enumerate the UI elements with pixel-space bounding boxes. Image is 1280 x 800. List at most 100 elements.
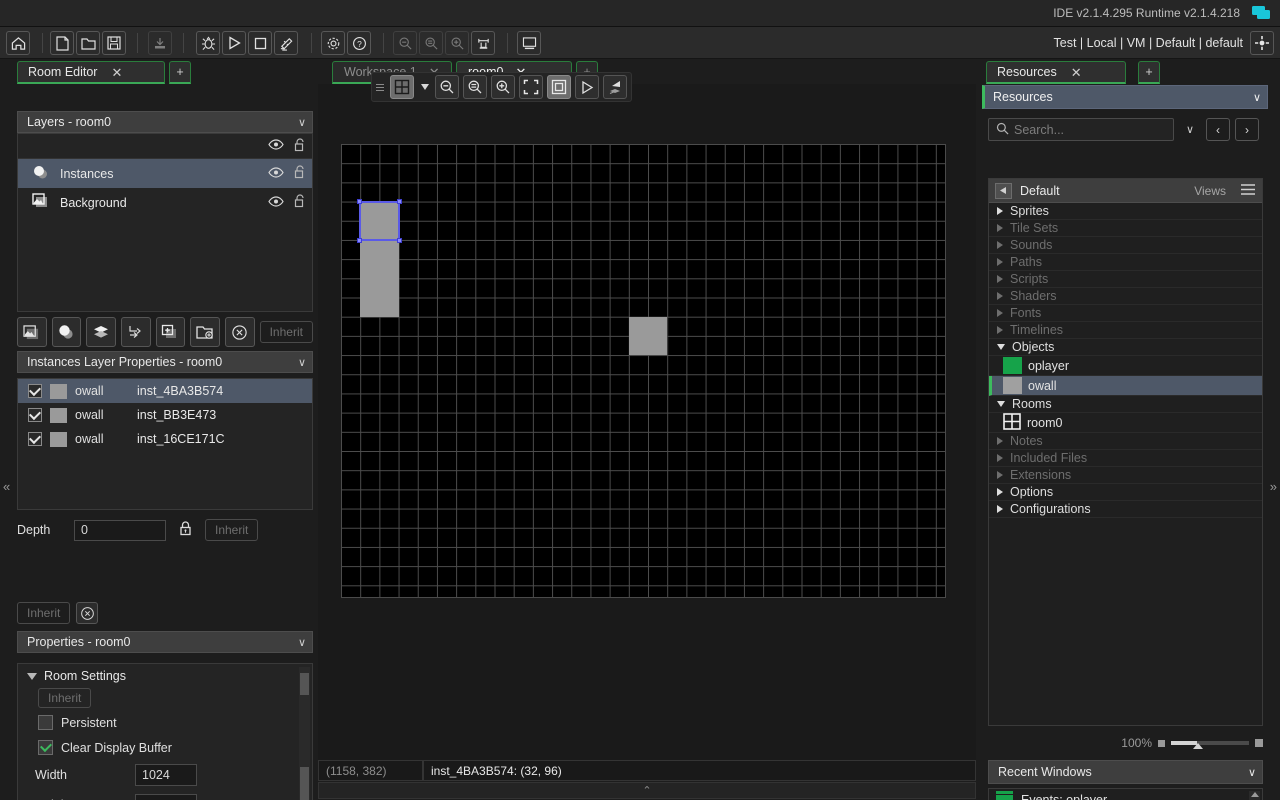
- resource-item-oplayer[interactable]: oplayer: [989, 356, 1262, 376]
- chevron-down-icon[interactable]: ∨: [298, 356, 306, 369]
- eye-icon[interactable]: [268, 195, 284, 210]
- delete-layer-icon[interactable]: [224, 317, 255, 347]
- properties-scrollbar[interactable]: [299, 667, 310, 800]
- home-icon[interactable]: [6, 31, 30, 55]
- clean-icon[interactable]: [274, 31, 298, 55]
- scrollbar-thumb-2[interactable]: [300, 767, 309, 800]
- search-input-wrapper[interactable]: [988, 118, 1174, 141]
- room-settings-heading[interactable]: Room Settings: [18, 664, 312, 686]
- zoom-out-icon[interactable]: [435, 75, 459, 99]
- chevron-right-icon[interactable]: [997, 258, 1003, 266]
- chevron-right-icon[interactable]: [997, 488, 1003, 496]
- prev-resource-button[interactable]: ‹: [1206, 118, 1230, 141]
- tab-room-editor[interactable]: Room Editor ✕: [17, 61, 165, 84]
- chevron-down-icon[interactable]: ∨: [1248, 766, 1256, 779]
- unlock-icon[interactable]: [294, 165, 306, 182]
- chat-bubble-icon[interactable]: [1252, 6, 1270, 20]
- clear-display-buffer-row[interactable]: Clear Display Buffer: [18, 735, 312, 760]
- tab-resources[interactable]: Resources ✕: [986, 61, 1126, 84]
- layer-row-instances[interactable]: Instances: [18, 159, 312, 188]
- chevron-right-icon[interactable]: [997, 437, 1003, 445]
- reset-circle-icon[interactable]: [76, 602, 99, 624]
- room-grid-canvas[interactable]: [341, 144, 946, 598]
- close-icon[interactable]: ✕: [111, 66, 122, 79]
- views-label[interactable]: Views: [1194, 184, 1226, 198]
- grid-toggle-icon[interactable]: [390, 75, 414, 99]
- sidebar-item-scripts[interactable]: Scripts: [989, 271, 1262, 288]
- list-item[interactable]: owall inst_16CE171C: [18, 427, 312, 451]
- persistent-row[interactable]: Persistent: [18, 710, 312, 735]
- target-crosshair-icon[interactable]: [1250, 31, 1274, 55]
- instance-checkbox[interactable]: [28, 408, 42, 422]
- depth-inherit-button[interactable]: Inherit: [205, 519, 259, 541]
- unlock-icon[interactable]: [294, 137, 306, 155]
- add-folder-icon[interactable]: [190, 317, 220, 347]
- sidebar-item-sprites[interactable]: Sprites: [989, 203, 1262, 220]
- add-tab-button[interactable]: +: [169, 61, 191, 84]
- sidebar-item-paths[interactable]: Paths: [989, 254, 1262, 271]
- chevron-down-icon[interactable]: ∨: [298, 636, 306, 649]
- sidebar-item-objects[interactable]: Objects: [989, 339, 1262, 356]
- zoom-in-icon[interactable]: [491, 75, 515, 99]
- gear-icon[interactable]: [321, 31, 345, 55]
- sidebar-item-rooms[interactable]: Rooms: [989, 396, 1262, 413]
- resource-item-owall[interactable]: owall: [989, 376, 1262, 396]
- height-input[interactable]: 768: [135, 794, 197, 800]
- next-resource-button[interactable]: ›: [1235, 118, 1259, 141]
- persistent-checkbox[interactable]: [38, 715, 53, 730]
- instance-checkbox[interactable]: [28, 384, 42, 398]
- unlock-icon[interactable]: [294, 194, 306, 211]
- chevron-down-icon[interactable]: [997, 344, 1005, 350]
- eye-icon[interactable]: [268, 139, 284, 153]
- add-tile-layer-icon[interactable]: [86, 317, 116, 347]
- open-folder-icon[interactable]: [76, 31, 100, 55]
- search-input[interactable]: [1014, 122, 1154, 137]
- layers-section-header[interactable]: Layers - room0 ∨: [17, 111, 313, 133]
- recent-scrollbar[interactable]: [1249, 791, 1260, 800]
- room-instance-inst_BB3E473[interactable]: [360, 240, 399, 317]
- properties-section-header[interactable]: Properties - room0 ∨: [17, 631, 313, 653]
- recent-windows-header[interactable]: Recent Windows ∨: [988, 760, 1263, 784]
- sidebar-item-options[interactable]: Options: [989, 484, 1262, 501]
- display-icon[interactable]: [517, 31, 541, 55]
- room-instance-inst_16CE171C[interactable]: [629, 316, 668, 356]
- chevron-up-icon[interactable]: ⌃: [642, 784, 651, 797]
- fit-to-screen-icon[interactable]: [519, 75, 543, 99]
- width-input[interactable]: 1024: [135, 764, 197, 786]
- scroll-up-arrow-icon[interactable]: [1251, 792, 1259, 797]
- output-collapse-strip[interactable]: ⌃: [318, 782, 976, 799]
- resource-item-room0[interactable]: room0: [989, 412, 1262, 433]
- help-icon[interactable]: ?: [347, 31, 371, 55]
- zoom-out-icon[interactable]: [393, 31, 417, 55]
- zoom-slider[interactable]: [1171, 738, 1249, 749]
- zoom-min-marker[interactable]: [1158, 739, 1165, 747]
- clear-display-buffer-checkbox[interactable]: [38, 740, 53, 755]
- chevron-right-icon[interactable]: [997, 505, 1003, 513]
- collapse-left-panel-icon[interactable]: «: [3, 479, 10, 494]
- zoom-reset-icon[interactable]: [463, 75, 487, 99]
- sidebar-item-extensions[interactable]: Extensions: [989, 467, 1262, 484]
- collapse-right-panel-icon[interactable]: »: [1270, 479, 1277, 494]
- zoom-max-marker[interactable]: [1255, 739, 1263, 747]
- chevron-right-icon[interactable]: [997, 241, 1003, 249]
- chevron-right-icon[interactable]: [997, 326, 1003, 334]
- play-icon[interactable]: [222, 31, 246, 55]
- save-icon[interactable]: [102, 31, 126, 55]
- zoom-slider-thumb[interactable]: [1193, 743, 1203, 749]
- layer-row-background[interactable]: Background: [18, 188, 312, 217]
- config-target-text[interactable]: Test | Local | VM | Default | default: [1054, 36, 1243, 50]
- show-viewport-icon[interactable]: [547, 75, 571, 99]
- lock-icon[interactable]: [179, 521, 192, 539]
- search-dropdown-icon[interactable]: ∨: [1179, 123, 1201, 136]
- eye-icon[interactable]: [268, 166, 284, 181]
- chevron-down-icon[interactable]: ∨: [298, 116, 306, 129]
- chevron-right-icon[interactable]: [997, 309, 1003, 317]
- sidebar-item-included-files[interactable]: Included Files: [989, 450, 1262, 467]
- resources-header[interactable]: Resources ∨: [982, 85, 1268, 109]
- list-item[interactable]: owall inst_BB3E473: [18, 403, 312, 427]
- instances-layer-properties-header[interactable]: Instances Layer Properties - room0 ∨: [17, 351, 313, 373]
- marketplace-icon[interactable]: [471, 31, 495, 55]
- debug-icon[interactable]: [196, 31, 220, 55]
- stop-icon[interactable]: [248, 31, 272, 55]
- zoom-reset-icon[interactable]: [419, 31, 443, 55]
